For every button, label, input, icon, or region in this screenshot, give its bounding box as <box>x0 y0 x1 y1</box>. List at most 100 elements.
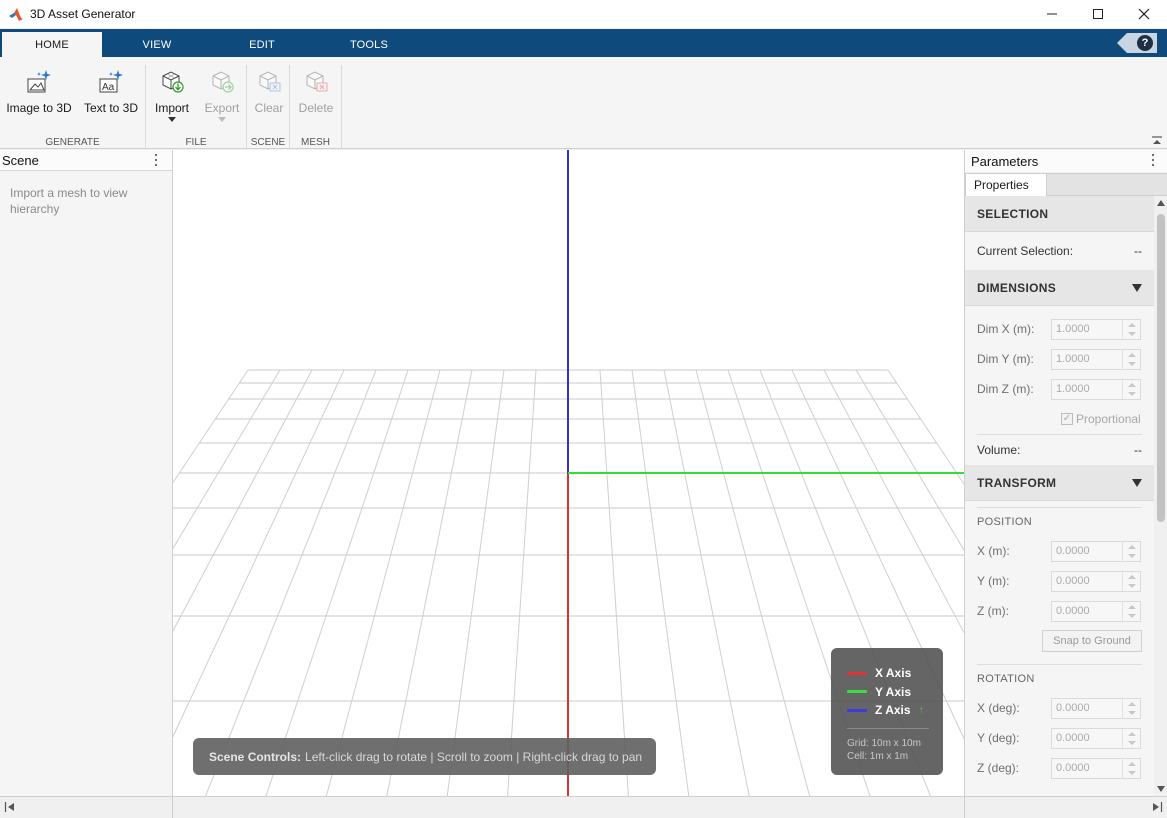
collapse-triangle-icon <box>1132 284 1142 292</box>
rotation-y-row: Y (deg): 0.0000 <box>965 723 1154 753</box>
collapse-toolstrip-icon[interactable] <box>1151 136 1163 146</box>
parameters-scroll-area: SELECTION Current Selection: -- DIMENSIO… <box>965 196 1154 796</box>
import-mesh-icon <box>158 67 186 97</box>
grid-column-line <box>695 369 811 796</box>
snap-to-ground-button[interactable]: Snap to Ground <box>1042 630 1142 652</box>
scene-panel-menu-icon[interactable] <box>154 154 158 166</box>
tab-properties[interactable]: Properties <box>965 173 1047 196</box>
import-button[interactable]: Import <box>150 67 194 137</box>
app-window: 3D Asset Generator HOME VIEW EDIT TOOLS … <box>0 0 1167 818</box>
dim-z-row: Dim Z (m): 1.0000 <box>965 374 1154 404</box>
text-to-3d-button[interactable]: Aa Text to 3D <box>78 67 144 137</box>
help-button[interactable]: ? <box>1117 33 1157 53</box>
rotation-x-spinner[interactable]: 0.0000 <box>1051 698 1141 719</box>
spinner-arrows-icon <box>1122 542 1140 561</box>
dim-y-spinner[interactable]: 1.0000 <box>1051 349 1141 370</box>
grid-column-line <box>446 369 505 796</box>
dimensions-section-header[interactable]: DIMENSIONS <box>965 270 1154 306</box>
dim-z-spinner[interactable]: 1.0000 <box>1051 379 1141 400</box>
maximize-button[interactable] <box>1075 0 1121 28</box>
position-z-row: Z (m): 0.0000 <box>965 596 1154 626</box>
section-label-generate: GENERATE <box>45 137 100 148</box>
spinner-arrows-icon <box>1122 350 1140 369</box>
spinner-arrows-icon <box>1122 572 1140 591</box>
x-axis-swatch <box>847 671 867 675</box>
rotation-z-spinner[interactable]: 0.0000 <box>1051 758 1141 779</box>
parameters-panel-menu-icon[interactable] <box>1151 154 1155 166</box>
spinner-arrows-icon <box>1122 729 1140 748</box>
rotation-y-spinner[interactable]: 0.0000 <box>1051 728 1141 749</box>
tab-view[interactable]: VIEW <box>107 32 207 57</box>
minimize-button[interactable] <box>1029 0 1075 28</box>
scrollbar-thumb[interactable] <box>1157 214 1165 522</box>
selection-header-label: SELECTION <box>977 206 1049 221</box>
volume-value: -- <box>1134 443 1142 457</box>
rotation-z-value: 0.0000 <box>1056 762 1090 774</box>
grid-column-line <box>631 369 690 796</box>
legend-z-axis: Z Axis ↑ <box>847 701 943 720</box>
export-dropdown-icon <box>218 117 226 122</box>
transform-section-header[interactable]: TRANSFORM <box>965 465 1154 501</box>
position-x-value: 0.0000 <box>1056 545 1090 557</box>
dim-z-label: Dim Z (m): <box>977 382 1034 396</box>
parameters-panel: Parameters Properties SELECTION Current … <box>964 150 1167 796</box>
grid-column-line <box>663 369 750 796</box>
tab-edit[interactable]: EDIT <box>212 32 312 57</box>
dim-y-value: 1.0000 <box>1056 353 1090 365</box>
parameters-panel-header: Parameters <box>965 150 1167 172</box>
maximize-icon <box>1093 9 1103 19</box>
position-x-row: X (m): 0.0000 <box>965 536 1154 566</box>
y-axis-swatch <box>847 690 867 694</box>
grid-column-line <box>599 369 629 796</box>
position-z-spinner[interactable]: 0.0000 <box>1051 601 1141 622</box>
parameters-scrollbar[interactable] <box>1154 196 1167 796</box>
image-to-3d-button[interactable]: Image to 3D <box>4 67 74 137</box>
export-label: Export <box>204 101 240 115</box>
position-z-label: Z (m): <box>977 604 1009 618</box>
scene-panel: Scene Import a mesh to view hierarchy <box>0 150 173 796</box>
proportional-checkbox[interactable]: ✓ <box>1061 413 1073 425</box>
scroll-down-icon[interactable] <box>1157 786 1165 792</box>
section-mesh: Delete MESH <box>290 65 342 149</box>
expand-left-panel-icon[interactable] <box>4 801 16 813</box>
grid-column-line <box>325 369 441 796</box>
rotation-y-label: Y (deg): <box>977 731 1020 745</box>
scroll-up-icon[interactable] <box>1157 200 1165 206</box>
proportional-label: Proportional <box>1076 412 1141 426</box>
grid-info: Grid: 10m x 10m <box>847 737 921 749</box>
current-selection-label: Current Selection: <box>977 244 1074 258</box>
position-x-spinner[interactable]: 0.0000 <box>1051 541 1141 562</box>
rotation-z-label: Z (deg): <box>977 761 1020 775</box>
toolstrip: Image to 3D Aa Text to 3D GENERATE Impor… <box>0 57 1167 149</box>
export-button[interactable]: Export <box>200 67 244 137</box>
position-z-value: 0.0000 <box>1056 605 1090 617</box>
grid-column-line <box>265 369 409 796</box>
clear-button[interactable]: Clear <box>249 67 289 137</box>
current-selection-value: -- <box>1134 244 1142 258</box>
parameters-panel-title: Parameters <box>971 153 1039 169</box>
rotation-x-row: X (deg): 0.0000 <box>965 693 1154 723</box>
up-arrow-icon: ↑ <box>918 704 924 716</box>
scene-controls-title: Scene Controls: <box>209 749 302 764</box>
delete-button[interactable]: Delete <box>294 67 338 137</box>
3d-viewport[interactable]: X Axis Y Axis Z Axis ↑ Grid: 10m x 10m C… <box>173 150 964 796</box>
close-button[interactable] <box>1121 0 1167 28</box>
dim-x-spinner[interactable]: 1.0000 <box>1051 319 1141 340</box>
grid-column-line <box>173 369 281 550</box>
section-file: Import Export FILE <box>146 65 247 149</box>
tab-home[interactable]: HOME <box>2 32 102 57</box>
dim-x-value: 1.0000 <box>1056 323 1090 335</box>
bottom-status-strip <box>0 796 1167 818</box>
matlab-logo-icon <box>9 8 23 21</box>
expand-right-panel-icon[interactable] <box>1151 801 1163 813</box>
grid-column-line <box>386 369 473 796</box>
position-y-spinner[interactable]: 0.0000 <box>1051 571 1141 592</box>
rotation-subheader: ROTATION <box>977 673 1035 685</box>
legend-x-axis: X Axis <box>847 664 943 683</box>
tab-tools[interactable]: TOOLS <box>319 32 419 57</box>
z-axis-label: Z Axis <box>875 703 911 718</box>
image-to-3d-label: Image to 3D <box>6 101 72 115</box>
help-icon: ? <box>1137 35 1153 51</box>
text-to-3d-label: Text to 3D <box>83 101 139 115</box>
proportional-row: ✓ Proportional <box>965 404 1154 434</box>
